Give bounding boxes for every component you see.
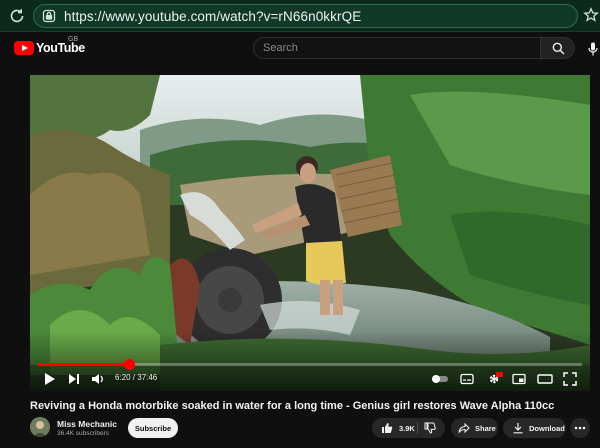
miniplayer-icon[interactable] [512, 372, 526, 386]
video-player[interactable]: 6:20 / 37:46 [30, 75, 590, 391]
star-icon[interactable] [583, 7, 599, 23]
reload-icon[interactable] [8, 7, 26, 25]
address-bar[interactable]: https://www.youtube.com/watch?v=rN66n0kk… [33, 4, 578, 28]
more-actions-button[interactable] [570, 418, 590, 438]
browser-toolbar: https://www.youtube.com/watch?v=rN66n0kk… [0, 0, 600, 32]
subtitles-icon[interactable] [460, 372, 474, 386]
like-button[interactable]: 3.9K [381, 422, 415, 434]
time-display: 6:20 / 37:46 [115, 373, 158, 382]
settings-icon[interactable] [487, 372, 503, 386]
logo-wordmark: YouTube [36, 41, 85, 55]
url-text[interactable]: https://www.youtube.com/watch?v=rN66n0kk… [64, 9, 361, 24]
mic-icon[interactable] [588, 42, 598, 56]
share-label: Share [475, 423, 496, 433]
lock-icon[interactable] [42, 9, 56, 23]
theater-icon[interactable] [537, 372, 553, 386]
autoplay-toggle-icon[interactable] [431, 372, 449, 386]
region-code: GB [68, 36, 79, 43]
download-icon [513, 423, 523, 434]
next-icon[interactable] [68, 372, 80, 386]
like-dislike-group: 3.9K [372, 418, 445, 438]
fullscreen-icon[interactable] [563, 372, 577, 386]
more-horizontal-icon [574, 426, 586, 430]
thumbs-up-icon [382, 423, 393, 433]
share-icon [458, 422, 470, 434]
progress-bar[interactable] [38, 359, 582, 370]
subscriber-count: 36.4K subscribers [57, 430, 110, 437]
subscribe-button[interactable]: Subscribe [128, 418, 178, 438]
youtube-logo[interactable]: YouTube GB [14, 36, 85, 55]
volume-icon[interactable] [91, 372, 105, 386]
progress-fill [38, 363, 130, 366]
search-button[interactable] [541, 37, 575, 59]
avatar[interactable] [30, 417, 50, 437]
like-count: 3.9K [399, 423, 415, 433]
youtube-header: YouTube GB Search [0, 33, 600, 63]
dislike-button[interactable] [424, 422, 436, 436]
search-icon [552, 42, 565, 55]
search-input[interactable]: Search [253, 37, 541, 59]
share-button[interactable]: Share [451, 418, 498, 438]
search-placeholder: Search [263, 42, 298, 54]
play-icon[interactable] [44, 372, 56, 386]
thumbs-down-icon [424, 422, 436, 434]
channel-name[interactable]: Miss Mechanic [57, 419, 117, 429]
youtube-play-icon [14, 41, 34, 55]
controls-shade [30, 331, 590, 391]
download-label: Download [529, 423, 565, 433]
download-button[interactable]: Download [503, 418, 566, 438]
like-divider [417, 422, 418, 434]
video-title: Reviving a Honda motorbike soaked in wat… [30, 400, 555, 412]
